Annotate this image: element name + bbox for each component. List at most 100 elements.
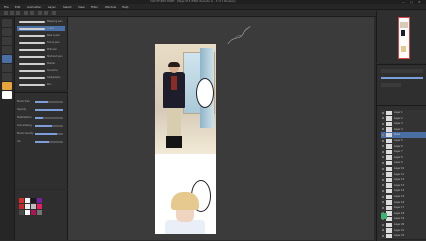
opacity-slider[interactable] — [381, 77, 423, 79]
selection-tool-icon[interactable] — [2, 37, 12, 45]
color-swatch[interactable] — [19, 198, 24, 203]
menu-file[interactable]: File — [4, 5, 9, 9]
eye-icon[interactable] — [382, 161, 384, 164]
layer-thumbnail — [386, 183, 392, 188]
brush-item[interactable]: Gouache — [17, 68, 65, 73]
menu-window[interactable]: Window — [105, 5, 116, 9]
brush-item[interactable]: Marker — [17, 61, 65, 66]
layer-name: Layer 6 — [394, 144, 403, 148]
tool-property-panel: Brush Size Opacity Stabilization Anti-al… — [15, 92, 68, 189]
layer-thumbnail — [386, 172, 392, 177]
menu-view[interactable]: View — [78, 5, 85, 9]
eye-icon[interactable] — [382, 184, 384, 187]
color-swatch[interactable] — [37, 204, 42, 209]
eraser-tool-icon[interactable] — [2, 73, 12, 81]
sub-color-swatch[interactable] — [2, 91, 12, 99]
layer-color-button[interactable] — [381, 83, 401, 87]
menu-animation[interactable]: Animation — [27, 5, 41, 9]
eye-icon[interactable] — [382, 229, 384, 232]
eye-icon[interactable] — [382, 206, 384, 209]
property-row[interactable]: Anti-aliasing — [17, 123, 65, 128]
character-boots — [166, 136, 182, 148]
property-row[interactable]: Brush density — [17, 131, 65, 136]
eye-icon[interactable] — [382, 178, 384, 181]
eye-icon[interactable] — [382, 117, 384, 120]
layer-name: Layer 1 — [394, 111, 403, 114]
layer-name: Layer 21 — [394, 228, 405, 232]
color-swatch[interactable] — [25, 198, 30, 203]
eye-icon[interactable] — [382, 122, 384, 125]
brush-item[interactable]: G-pen — [17, 26, 65, 31]
layer-name: Layer 14 — [394, 189, 405, 193]
eye-icon[interactable] — [382, 173, 384, 176]
color-swatch[interactable] — [31, 210, 36, 215]
eye-icon[interactable] — [382, 195, 384, 198]
menu-layer[interactable]: Layer — [48, 5, 56, 9]
move-tool-icon[interactable] — [2, 28, 12, 36]
color-swatch[interactable] — [19, 210, 24, 215]
eye-icon[interactable] — [382, 223, 384, 226]
color-swatch[interactable] — [19, 204, 24, 209]
menu-filter[interactable]: Filter — [91, 5, 98, 9]
eye-icon[interactable] — [382, 150, 384, 153]
brush-item[interactable]: Mapping pen — [17, 19, 65, 24]
eye-icon[interactable] — [382, 234, 384, 237]
menu-select[interactable]: Select — [63, 5, 72, 9]
brush-item[interactable]: Real G-pen — [17, 33, 65, 38]
color-swatch[interactable] — [37, 198, 42, 203]
layer-name: Layer 13 — [394, 183, 405, 187]
color-swatch[interactable] — [37, 210, 42, 215]
brush-item[interactable]: Textured pen — [17, 54, 65, 59]
eyedropper-tool-icon[interactable] — [2, 46, 12, 54]
layer-name: Layer 4 — [394, 127, 403, 131]
brush-item[interactable]: Pen — [17, 82, 65, 87]
save-icon[interactable] — [16, 11, 20, 15]
blend-mode-select[interactable] — [381, 69, 423, 73]
eye-icon[interactable] — [382, 201, 384, 204]
open-icon[interactable] — [10, 11, 14, 15]
brush-item[interactable]: Calligraphy — [17, 75, 65, 80]
eye-icon[interactable] — [382, 145, 384, 148]
transform-icon[interactable] — [44, 11, 48, 15]
settings-icon[interactable] — [52, 11, 56, 15]
undo-icon[interactable] — [24, 11, 28, 15]
new-icon[interactable] — [4, 11, 8, 15]
layer-row[interactable]: Layer 22 — [381, 233, 426, 240]
pen-tool-icon[interactable] — [2, 55, 12, 63]
eye-icon[interactable] — [382, 167, 384, 170]
layer-thumbnail — [386, 222, 392, 227]
property-row[interactable]: Opacity — [17, 107, 65, 112]
navigator-thumbnail[interactable] — [398, 17, 410, 59]
brush-item[interactable]: Turnip pen — [17, 40, 65, 45]
eye-icon[interactable] — [382, 128, 384, 131]
menu-help[interactable]: Help — [122, 5, 128, 9]
layer-thumbnail — [386, 200, 392, 205]
color-swatch[interactable] — [25, 204, 30, 209]
zoom-tool-icon[interactable] — [2, 19, 12, 27]
menu-edit[interactable]: Edit — [15, 5, 20, 9]
eye-icon[interactable] — [382, 189, 384, 192]
brush-tool-icon[interactable] — [2, 64, 12, 72]
comic-page[interactable] — [155, 44, 216, 234]
clear-icon[interactable] — [38, 11, 42, 15]
property-row[interactable]: Brush Size — [17, 99, 65, 104]
layer-name: Layer 17 — [394, 206, 405, 210]
eye-icon[interactable] — [382, 156, 384, 159]
character-hair — [171, 192, 199, 210]
eye-icon[interactable] — [382, 111, 384, 114]
brush-item[interactable]: Milli pen — [17, 47, 65, 52]
sub-tool-panel: Mapping pen G-pen Real G-pen Turnip pen … — [15, 17, 68, 90]
eye-icon[interactable] — [382, 139, 384, 142]
color-swatch[interactable] — [25, 210, 30, 215]
layer-name: Layer 7 — [394, 150, 403, 154]
layer-name: Layer 3 — [394, 122, 403, 126]
color-swatch[interactable] — [31, 198, 36, 203]
color-swatch[interactable] — [31, 204, 36, 209]
canvas-area[interactable] — [68, 17, 374, 240]
property-row[interactable]: Ink — [17, 139, 65, 144]
redo-icon[interactable] — [30, 11, 34, 15]
main-color-swatch[interactable] — [2, 82, 12, 90]
property-row[interactable]: Stabilization — [17, 115, 65, 120]
window-title: CLIP STUDIO PAINT - [Page 013 (E001 Epis… — [150, 0, 236, 3]
eye-icon[interactable] — [382, 133, 384, 136]
